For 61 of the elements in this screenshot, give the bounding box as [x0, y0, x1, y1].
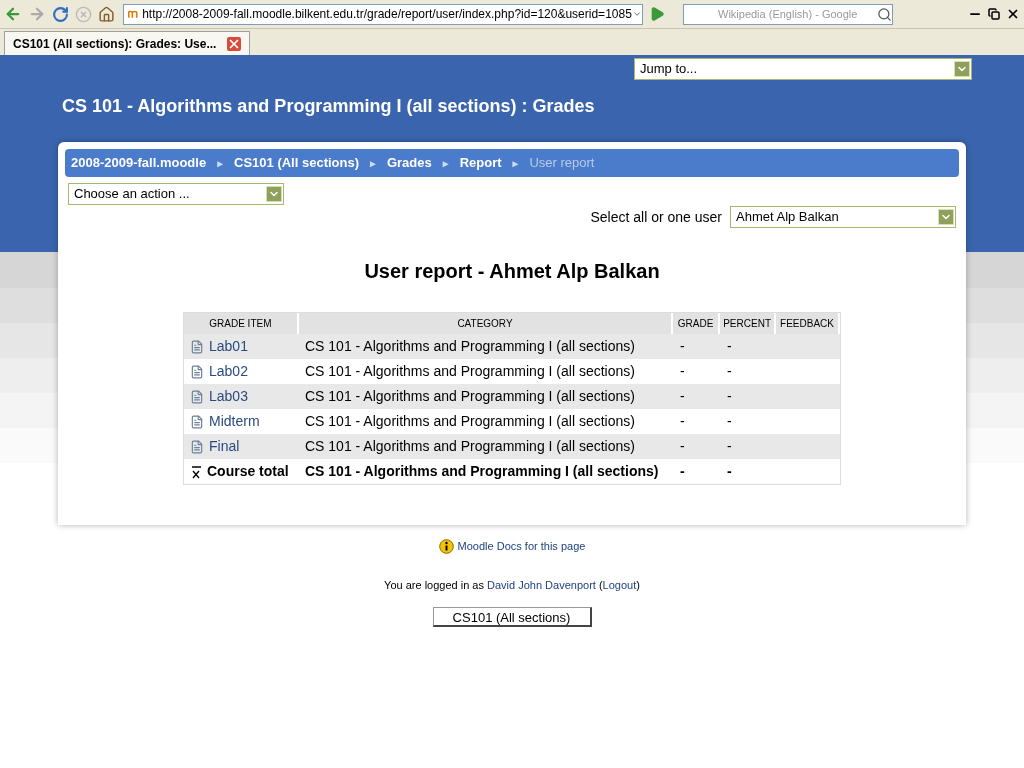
close-icon[interactable]	[1006, 7, 1020, 21]
grade-cell: -	[680, 463, 685, 479]
document-icon	[190, 364, 204, 379]
percent-cell: -	[727, 338, 732, 354]
category-cell: CS 101 - Algorithms and Programming I (all sections)	[305, 413, 635, 429]
category-cell: CS 101 - Algorithms and Programming I (all sections)	[305, 438, 635, 454]
document-icon	[190, 339, 204, 354]
document-icon	[190, 414, 204, 429]
search-icon[interactable]	[877, 6, 892, 22]
info-icon	[438, 538, 454, 554]
percent-cell: -	[727, 463, 732, 479]
percent-cell: -	[727, 438, 732, 454]
jump-to-select[interactable]: Jump to...	[634, 58, 972, 80]
grade-cell: -	[680, 363, 685, 379]
mean-symbol-icon	[190, 464, 202, 479]
document-icon	[190, 389, 204, 404]
docs-link[interactable]: Moodle Docs for this page	[457, 538, 586, 555]
grade-item-link[interactable]: Midterm	[209, 411, 260, 432]
category-cell: CS 101 - Algorithms and Programming I (all sections)	[305, 338, 635, 354]
page-title: CS 101 - Algorithms and Programming I (all sections) : Grades	[62, 95, 595, 118]
login-link[interactable]: Logout	[602, 578, 637, 591]
site-logo-icon	[128, 8, 139, 20]
breadcrumb-link[interactable]: CS101 (All sections)	[234, 153, 360, 173]
percent-cell: -	[727, 388, 732, 404]
breadcrumb-link[interactable]: Report	[459, 153, 502, 173]
grade-item-link[interactable]: Lab03	[209, 386, 248, 407]
address-bar[interactable]: http://2008-2009-fall.moodle.bilkent.edu.tr/grade/report/user/index.php?id=120&userid=1085	[123, 3, 643, 25]
grade-cell: -	[680, 413, 685, 429]
grade-cell: -	[680, 438, 685, 454]
go-icon[interactable]	[649, 6, 665, 22]
breadcrumb-link[interactable]: Grades	[386, 153, 432, 173]
grade-item-link[interactable]: Lab01	[209, 336, 248, 357]
grade-item-link[interactable]: Lab02	[209, 361, 248, 382]
grade-cell: -	[680, 338, 685, 354]
breadcrumb-separator: ►	[440, 156, 451, 171]
course-button[interactable]: CS101 (All sections)	[432, 607, 592, 627]
login-info: You are logged in as David John Davenport (Logout)	[384, 577, 640, 593]
breadcrumb-separator: ►	[510, 156, 521, 171]
restore-icon[interactable]	[988, 8, 1000, 20]
document-icon	[190, 439, 204, 454]
percent-cell: -	[727, 363, 732, 379]
grade-item-link[interactable]: Final	[209, 436, 240, 457]
category-cell: CS 101 - Algorithms and Programming I (all sections)	[305, 388, 635, 404]
category-cell: CS 101 - Algorithms and Programming I (all sections)	[305, 463, 659, 479]
percent-cell: -	[727, 413, 732, 429]
home-icon[interactable]	[98, 5, 115, 23]
close-tab-icon[interactable]	[227, 36, 241, 51]
user-select[interactable]: Ahmet Alp Balkan	[730, 206, 956, 228]
report-title: User report - Ahmet Alp Balkan	[363, 259, 661, 284]
breadcrumb-separator: ►	[215, 156, 226, 171]
course-total-label: Course total	[207, 462, 289, 481]
browser-tab[interactable]: CS101 (All sections): Grades: Use...	[4, 31, 250, 55]
reload-icon[interactable]	[52, 5, 69, 23]
action-select[interactable]: Choose an action ...	[68, 183, 284, 205]
back-icon[interactable]	[4, 5, 22, 23]
grade-cell: -	[680, 388, 685, 404]
breadcrumb-link[interactable]: 2008-2009-fall.moodle	[71, 153, 207, 173]
login-link[interactable]: David John Davenport	[487, 578, 596, 591]
category-cell: CS 101 - Algorithms and Programming I (all sections)	[305, 363, 635, 379]
user-select-label: Select all or one user	[590, 207, 722, 227]
breadcrumb-separator: ►	[368, 156, 378, 171]
